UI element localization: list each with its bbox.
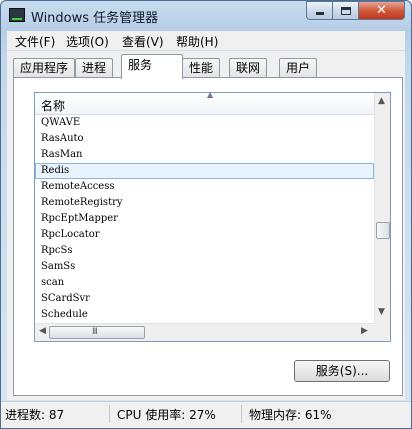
tab-processes[interactable]: 进程 <box>75 58 114 78</box>
maximize-icon <box>340 6 351 15</box>
service-row[interactable]: SCardSvr <box>35 291 374 307</box>
menu-bar: 文件(F) 选项(O) 查看(V) 帮助(H) <box>7 31 405 51</box>
tab-networking[interactable]: 联网 <box>229 58 268 78</box>
service-row[interactable]: Redis <box>35 163 374 179</box>
service-row[interactable]: RpcSs <box>35 243 374 259</box>
list-header: ▲ 名称 <box>35 93 374 115</box>
menu-options[interactable]: 选项(O) <box>66 33 109 50</box>
services-list[interactable]: ▲ 名称 QWAVE RasAuto RasMan Redis RemoteAccess… <box>34 92 391 342</box>
status-memory: 物理内存: 61% <box>249 408 332 422</box>
services-tab-page: ▲ 名称 QWAVE RasAuto RasMan Redis RemoteAccess… <box>13 77 403 396</box>
status-bar: 进程数: 87 CPU 使用率: 27% 物理内存: 61% <box>1 401 411 428</box>
tab-applications[interactable]: 应用程序 <box>13 58 76 78</box>
horizontal-scrollbar[interactable]: ◀ III ▶ <box>35 323 374 341</box>
maximize-button[interactable] <box>332 1 359 20</box>
vertical-scroll-thumb[interactable] <box>376 222 390 239</box>
status-process-count: 进程数: 87 <box>5 408 65 422</box>
service-row[interactable]: RpcEptMapper <box>35 211 374 227</box>
service-row[interactable]: RasAuto <box>35 131 374 147</box>
scroll-up-icon[interactable]: ▲ <box>378 96 385 106</box>
service-row[interactable]: scan <box>35 275 374 291</box>
horizontal-scroll-thumb[interactable]: III <box>49 326 145 339</box>
close-button[interactable]: ✕ <box>358 1 405 20</box>
tab-users[interactable]: 用户 <box>279 58 318 78</box>
service-row[interactable]: RemoteAccess <box>35 179 374 195</box>
service-row[interactable]: QWAVE <box>35 115 374 131</box>
vertical-scrollbar[interactable]: ▲ ▼ <box>374 93 390 323</box>
task-manager-window: Windows 任务管理器 ✕ 文件(F) 选项(O) 查看(V) 帮助(H) … <box>0 0 412 429</box>
scroll-corner <box>374 323 390 341</box>
client-area: 应用程序 进程 服务 性能 联网 用户 ▲ 名称 QWAVE RasAuto Ras… <box>7 51 405 400</box>
service-rows: QWAVE RasAuto RasMan Redis RemoteAccess Remot… <box>35 115 374 321</box>
sort-ascending-icon: ▲ <box>207 92 214 99</box>
status-divider <box>241 405 242 423</box>
title-bar[interactable]: Windows 任务管理器 ✕ <box>1 1 411 31</box>
status-divider <box>109 405 110 423</box>
menu-file[interactable]: 文件(F) <box>15 33 55 50</box>
column-header-name[interactable]: 名称 <box>41 97 65 114</box>
service-row[interactable]: RasMan <box>35 147 374 163</box>
close-icon: ✕ <box>376 3 387 18</box>
service-row[interactable]: RpcLocator <box>35 227 374 243</box>
scroll-right-icon[interactable]: ▶ <box>361 326 368 336</box>
minimize-button[interactable] <box>306 1 333 20</box>
menu-view[interactable]: 查看(V) <box>122 33 164 50</box>
tab-services[interactable]: 服务 <box>121 54 183 79</box>
task-manager-icon <box>9 8 25 22</box>
services-button[interactable]: 服务(S)... <box>294 360 390 382</box>
scroll-left-icon[interactable]: ◀ <box>39 326 46 336</box>
service-row[interactable]: RemoteRegistry <box>35 195 374 211</box>
window-title: Windows 任务管理器 <box>31 11 159 26</box>
menu-help[interactable]: 帮助(H) <box>176 33 218 50</box>
service-row[interactable]: SamSs <box>35 259 374 275</box>
service-row[interactable]: Schedule <box>35 307 374 321</box>
tab-performance[interactable]: 性能 <box>182 58 221 78</box>
minimize-icon <box>315 12 324 15</box>
scroll-grip-icon: III <box>92 327 98 337</box>
status-cpu-usage: CPU 使用率: 27% <box>117 408 216 422</box>
scroll-down-icon[interactable]: ▼ <box>378 307 385 317</box>
